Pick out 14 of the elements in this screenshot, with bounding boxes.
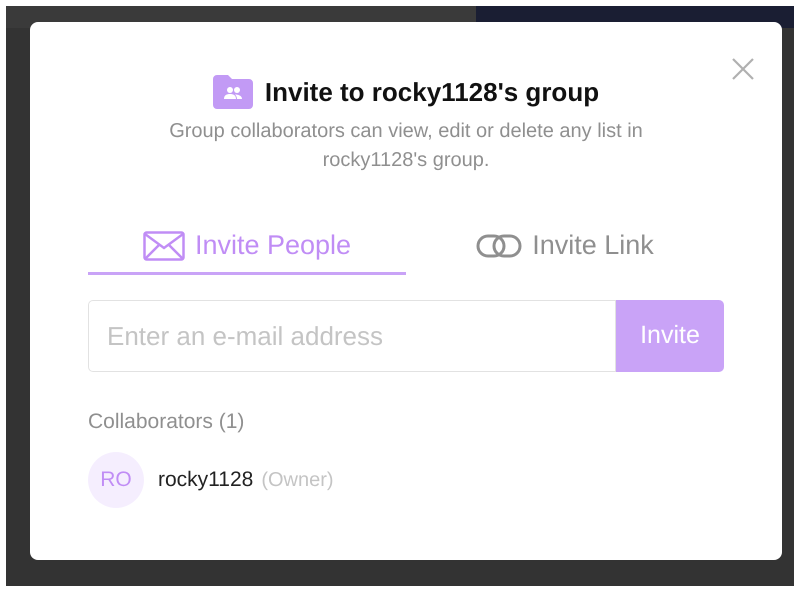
dialog-description: Group collaborators can view, edit or delete any list in rocky1128's group. [168,119,644,173]
tab[interactable]: Invite Link [406,219,724,275]
collaborator-name: rocky1128 [158,466,254,493]
collaborator-role: (Owner) [261,468,334,492]
avatar: RO [88,452,144,508]
email-field[interactable]: Enter an e-mail address [88,300,616,372]
dialog-title: Invite to rocky1128's group [264,76,600,109]
collaborators-heading: Collaborators (1) [88,409,246,435]
envelope-icon [142,230,185,260]
invite-button[interactable]: Invite [616,300,724,372]
group-folder-icon [212,75,253,109]
close-icon[interactable] [730,56,756,82]
link-icon [476,234,522,258]
tab[interactable]: Invite People [88,219,406,275]
